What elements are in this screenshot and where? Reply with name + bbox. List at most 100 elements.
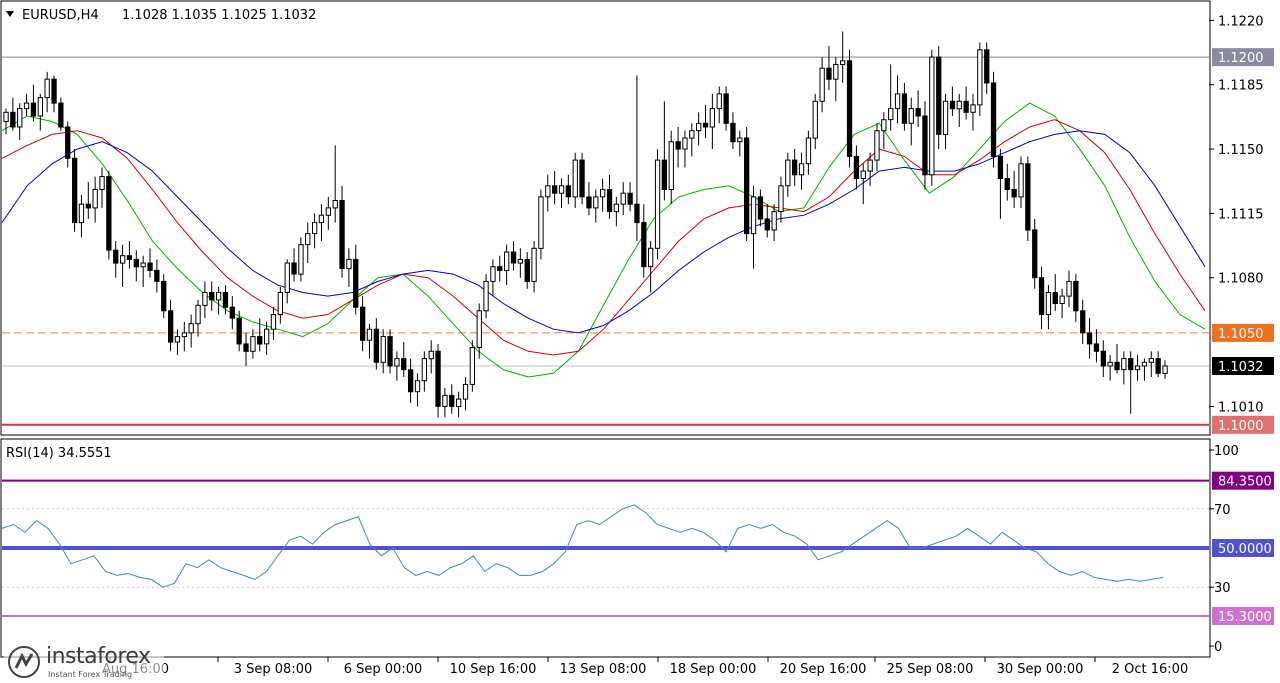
candle-body <box>373 328 380 363</box>
candle-body <box>661 159 668 191</box>
candle-body <box>634 203 640 224</box>
candle <box>538 189 544 260</box>
candle-body <box>120 255 126 264</box>
candle-body <box>510 251 517 264</box>
candle-body <box>490 266 496 282</box>
time-tick-label: 25 Sep 08:00 <box>887 662 974 677</box>
candle-body <box>65 126 71 159</box>
candle-body <box>1018 163 1024 198</box>
candle-body <box>949 100 956 110</box>
candle-body <box>620 192 626 205</box>
candle-body <box>627 192 633 205</box>
price-tick-label: 1.1080 <box>1218 272 1264 287</box>
candle-body <box>161 280 167 312</box>
candle-body <box>332 200 338 209</box>
chart-canvas: 1.1220 1.1185 1.1150 1.1115 1.1080 1.1010 100… <box>0 0 1274 677</box>
candle-body <box>318 214 325 224</box>
candle-body <box>188 323 194 334</box>
candle-body <box>689 130 695 139</box>
candle-body <box>757 196 764 220</box>
candle-body <box>552 185 558 194</box>
candle-body <box>51 78 57 104</box>
candle-body <box>744 137 750 235</box>
candle-body <box>572 159 578 198</box>
candle-body <box>435 350 441 407</box>
candle-body <box>30 102 37 117</box>
candle-body <box>805 137 812 165</box>
candle-body <box>3 111 9 123</box>
candle-body <box>312 222 318 235</box>
candle-body <box>901 93 908 124</box>
candle-body <box>531 247 537 282</box>
candle-body <box>229 306 235 319</box>
rsi-title: RSI(14) 34.5551 <box>6 446 112 461</box>
candle-body <box>606 189 613 213</box>
candle-body <box>1148 358 1154 363</box>
candle-body <box>600 189 606 198</box>
candle-body <box>408 369 414 393</box>
candle-body <box>840 60 846 65</box>
candle-body <box>449 394 455 407</box>
candle-body <box>668 141 674 190</box>
level-tag-label: 1.1050 <box>1218 327 1264 342</box>
candle-body <box>366 328 373 341</box>
candle-body <box>936 56 942 135</box>
candle-body <box>360 306 366 341</box>
candle-body <box>648 247 654 268</box>
candle-body <box>654 159 661 249</box>
candle-body <box>264 328 270 345</box>
candle-body <box>675 141 681 150</box>
candle-body <box>908 108 914 124</box>
rsi-tag-label: 84.3500 <box>1218 475 1272 490</box>
candle-body <box>92 189 98 209</box>
candle-body <box>545 185 551 198</box>
candle-body <box>1134 365 1141 371</box>
candle-body <box>1066 280 1072 297</box>
candle-body <box>874 130 880 161</box>
candle-body <box>750 196 757 235</box>
candle <box>72 149 78 232</box>
candle-body <box>682 137 688 150</box>
candle-body <box>243 343 249 352</box>
candle <box>106 171 112 260</box>
candle-body <box>1004 178 1010 190</box>
candle-body <box>558 185 565 194</box>
candle-body <box>1086 332 1093 345</box>
candle-body <box>380 336 386 363</box>
candle-body <box>1114 361 1120 371</box>
candle-body <box>17 108 23 128</box>
candle-body <box>1162 365 1168 374</box>
candle-body <box>1038 277 1045 316</box>
instaforex-logo-icon <box>8 646 40 678</box>
candle-body <box>99 176 105 191</box>
time-tick-label: 20 Sep 16:00 <box>780 662 867 677</box>
candle-body <box>833 64 839 80</box>
candle-body <box>305 233 311 246</box>
candle-body <box>1059 295 1065 305</box>
candle-body <box>867 159 873 172</box>
time-tick-label: 18 Sep 00:00 <box>670 662 757 677</box>
candle-body <box>339 200 345 269</box>
candle-body <box>462 383 469 400</box>
time-tick-label: 3 Sep 08:00 <box>234 662 313 677</box>
candle-body <box>894 93 901 110</box>
candle-body <box>997 155 1004 179</box>
candle-body <box>421 358 428 382</box>
candle-body <box>984 49 990 84</box>
candle-body <box>990 82 997 157</box>
rsi-tick-label: 100 <box>1214 444 1239 459</box>
candle-body <box>1025 163 1031 231</box>
candle-body <box>483 280 489 312</box>
candle-body <box>154 269 160 282</box>
candle-body <box>298 244 304 275</box>
candle-body <box>504 251 510 271</box>
candle-body <box>826 67 832 80</box>
candle-body <box>579 159 585 198</box>
candle-body <box>1100 350 1106 367</box>
candle <box>990 71 997 168</box>
candle-body <box>888 108 894 121</box>
candle-body <box>929 56 935 176</box>
candle-body <box>613 203 620 213</box>
candle-body <box>716 93 722 110</box>
candle-body <box>236 317 242 345</box>
